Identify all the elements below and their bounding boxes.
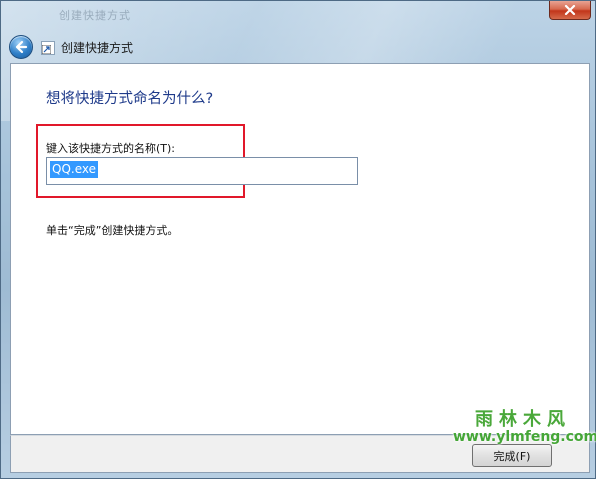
shortcut-icon — [41, 41, 55, 55]
header-title: 创建快捷方式 — [61, 41, 134, 55]
window-frame: 创建快捷方式 创建快捷方式 想将快捷方式命名为什么? 键入该快捷方式的名称(T)… — [0, 0, 596, 479]
shortcut-name-input[interactable]: QQ.exe — [46, 157, 358, 185]
instruction-text: 单击“完成”创建快捷方式。 — [46, 224, 179, 237]
watermark-url: www.ylmfeng.com — [453, 429, 596, 445]
wizard-content: 想将快捷方式命名为什么? 键入该快捷方式的名称(T): QQ.exe 单击“完成… — [10, 63, 590, 435]
close-button[interactable] — [549, 1, 591, 20]
shortcut-arrow-icon — [42, 45, 51, 54]
finish-button[interactable]: 完成(F) — [472, 444, 552, 467]
back-button[interactable] — [9, 35, 33, 59]
watermark: 雨林木风 www.ylmfeng.com — [453, 405, 596, 445]
window-title: 创建快捷方式 — [59, 9, 131, 22]
watermark-brand: 雨林木风 — [475, 409, 571, 430]
close-icon — [564, 5, 576, 15]
page-question: 想将快捷方式命名为什么? — [46, 91, 214, 107]
back-arrow-icon — [15, 40, 28, 54]
name-field-label: 键入该快捷方式的名称(T): — [46, 142, 176, 155]
shortcut-name-value: QQ.exe — [50, 161, 98, 178]
